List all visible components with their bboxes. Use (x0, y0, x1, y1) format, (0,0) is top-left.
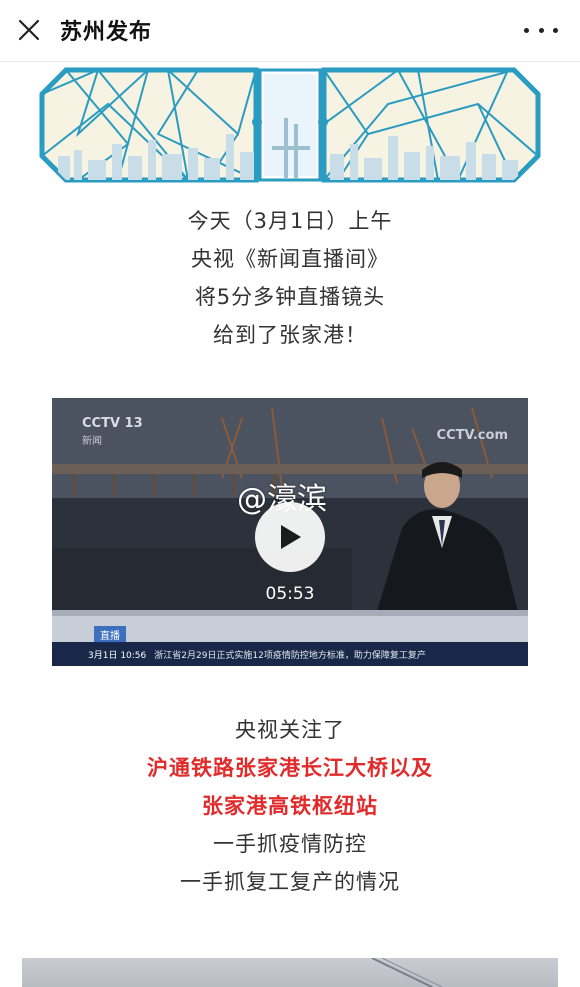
more-button[interactable] (524, 18, 558, 42)
play-icon (281, 525, 301, 549)
focus-text: 央视关注了 沪通铁路张家港长江大桥以及 张家港高铁枢纽站 一手抓疫情防控 一手抓… (0, 711, 580, 901)
corner-logo: CCTV.com (436, 428, 508, 443)
intro-line: 给到了张家港！ (213, 323, 367, 347)
top-bar: 苏州发布 (0, 0, 580, 62)
video-player[interactable]: CCTV 13 新闻 CCTV.com @濠滨 05:53 直播 3月1日 10… (52, 398, 528, 666)
ticker-tag: 直播 (94, 626, 126, 643)
channel-subtitle: 新闻 (82, 436, 102, 447)
close-button[interactable] (14, 15, 44, 45)
close-icon (18, 19, 40, 41)
page-title: 苏州发布 (60, 20, 153, 45)
intro-line: 今天（3月1日）上午 (187, 209, 393, 233)
play-button[interactable] (255, 502, 325, 572)
photo-image (371, 958, 443, 987)
focus-line-highlight: 张家港高铁枢纽站 (202, 794, 378, 818)
focus-line-highlight: 沪通铁路张家港长江大桥以及 (147, 756, 433, 780)
focus-line: 央视关注了 (235, 718, 345, 742)
video-duration: 05:53 (265, 584, 315, 604)
more-dots-icon (524, 27, 529, 33)
ticker-text: 浙江省2月29日正式实施12项疫情防控地方标准，助力保障复工复产 (154, 650, 426, 661)
intro-line: 将5分多钟直播镜头 (194, 285, 386, 309)
intro-line: 央视《新闻直播间》 (191, 247, 389, 271)
channel-logo: CCTV 13 新闻 (82, 416, 143, 447)
article-photo (22, 958, 558, 987)
intro-text: 今天（3月1日）上午 央视《新闻直播间》 将5分多钟直播镜头 给到了张家港！ (0, 202, 580, 354)
ticker-date: 3月1日 10:56 (88, 650, 147, 661)
news-ticker: 3月1日 10:56 浙江省2月29日正式实施12项疫情防控地方标准，助力保障复… (52, 642, 528, 666)
header-banner-image (39, 67, 541, 183)
focus-line: 一手抓疫情防控 (213, 832, 367, 856)
focus-line: 一手抓复工复产的情况 (180, 870, 400, 894)
